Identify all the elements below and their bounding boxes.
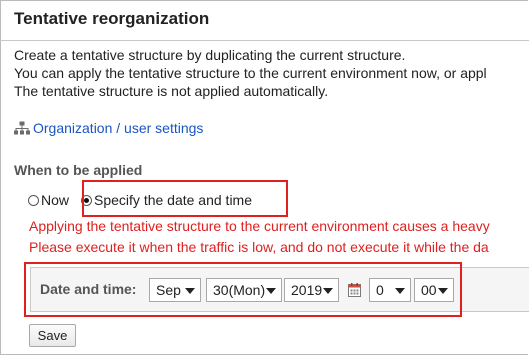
save-button[interactable]: Save — [29, 324, 76, 347]
radio-now-label: Now — [41, 192, 70, 208]
org-settings-link-label: Organization / user settings — [33, 120, 204, 136]
page-title: Tentative reorganization — [14, 9, 210, 28]
org-chart-icon — [14, 121, 30, 135]
title-divider — [0, 40, 529, 41]
radio-now-circle[interactable] — [28, 194, 39, 206]
warning-line-1: Applying the tentative structure to the … — [29, 218, 490, 234]
description: Create a tentative structure by duplicat… — [14, 46, 487, 100]
when-applied-heading: When to be applied — [14, 162, 143, 178]
datetime-highlight-box — [24, 262, 462, 317]
warning-message: Applying the tentative structure to the … — [29, 216, 490, 258]
warning-line-2: Please execute it when the traffic is lo… — [29, 239, 489, 255]
description-line-1: Create a tentative structure by duplicat… — [14, 47, 406, 63]
description-line-2: You can apply the tentative structure to… — [14, 65, 487, 81]
radio-now[interactable]: Now — [28, 192, 69, 208]
org-settings-link[interactable]: Organization / user settings — [14, 120, 203, 136]
radio-highlight-box — [82, 180, 288, 217]
description-line-3: The tentative structure is not applied a… — [14, 83, 329, 99]
